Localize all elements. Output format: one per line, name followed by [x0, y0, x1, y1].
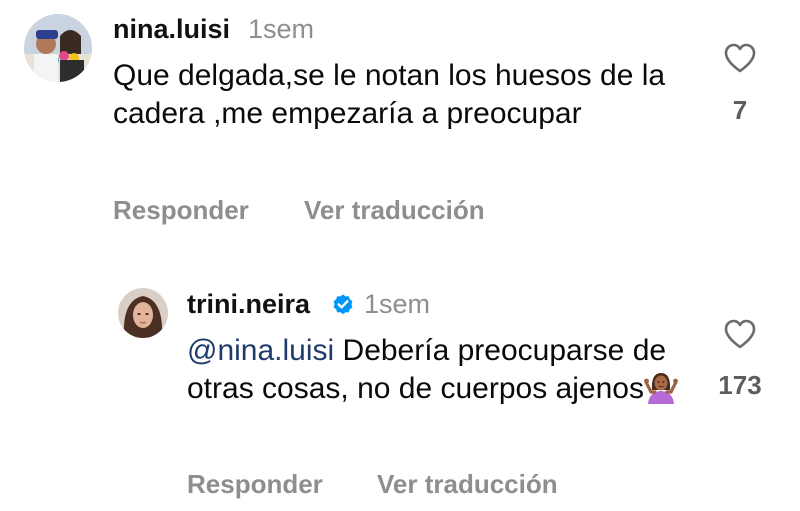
- comment-text: @nina.luisi Debería preocuparse de otras…: [187, 332, 687, 408]
- see-translation-button[interactable]: Ver traducción: [377, 469, 558, 500]
- heart-outline-icon[interactable]: [723, 42, 757, 74]
- profile-photo-icon: [24, 14, 92, 82]
- comment-username[interactable]: nina.luisi: [113, 14, 230, 45]
- avatar[interactable]: [24, 14, 92, 82]
- like-count: 7: [732, 95, 748, 125]
- like-count: 173: [718, 370, 762, 400]
- person-shrugging-emoji: [644, 373, 678, 404]
- avatar[interactable]: [118, 288, 168, 338]
- profile-photo-icon: [118, 288, 168, 338]
- user-mention-link[interactable]: @nina.luisi: [187, 334, 334, 367]
- reply-button[interactable]: Responder: [187, 469, 323, 500]
- comment-timestamp: 1sem: [364, 289, 431, 319]
- verified-badge-icon: [333, 294, 353, 315]
- see-translation-button[interactable]: Ver traducción: [304, 195, 485, 226]
- comment-timestamp: 1sem: [248, 14, 315, 44]
- reply-button[interactable]: Responder: [113, 195, 249, 226]
- heart-outline-icon[interactable]: [723, 318, 757, 350]
- comment-username[interactable]: trini.neira: [187, 289, 310, 320]
- comment-text: Que delgada,se le notan los huesos de la…: [113, 59, 666, 130]
